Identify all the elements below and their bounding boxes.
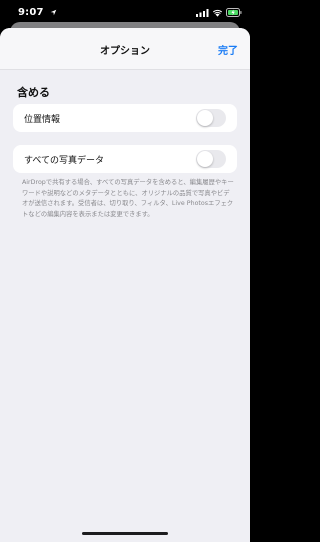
home-indicator[interactable]: [82, 532, 168, 535]
location-toggle[interactable]: [196, 109, 226, 127]
toggle-knob: [197, 151, 213, 167]
footer-note: AirDropで共有する場合、すべての写真データを含めると、編集履歴やキーワード…: [22, 179, 234, 218]
location-label: 位置情報: [24, 115, 61, 125]
location-row: 位置情報: [13, 104, 237, 132]
status-bar: 9:07: [0, 0, 250, 24]
section-header-include: 含める: [17, 86, 50, 99]
all-photo-data-row: すべての写真データ: [13, 145, 237, 173]
all-photo-data-label: すべての写真データ: [24, 156, 105, 166]
done-button[interactable]: 完了: [218, 42, 238, 57]
options-sheet: オプション 完了 含める 位置情報 すべての写真データ AirDropで共有する…: [0, 28, 250, 542]
battery-charging-icon: [226, 8, 242, 17]
all-photo-data-toggle[interactable]: [196, 150, 226, 168]
status-time: 9:07: [18, 7, 44, 18]
page-title: オプション: [100, 46, 150, 57]
navigation-bar: オプション 完了: [0, 28, 250, 70]
wifi-icon: [212, 9, 223, 17]
screen: 9:07 オプション 完了 含める 位置情報 すべての写真データ AirDrop…: [0, 0, 250, 542]
toggle-knob: [197, 110, 213, 126]
location-arrow-icon: [50, 9, 57, 16]
cellular-signal-icon: [196, 9, 209, 17]
